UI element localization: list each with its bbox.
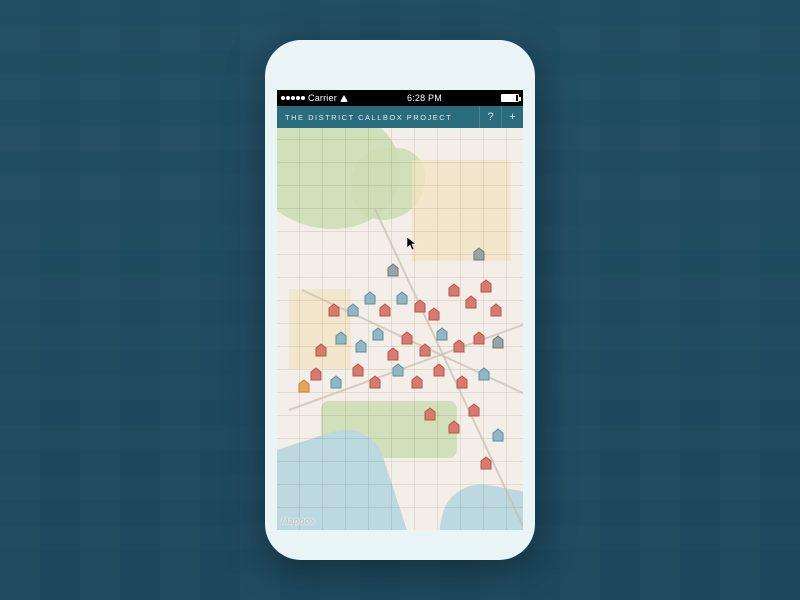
map-marker-orange[interactable] xyxy=(298,379,310,393)
map-marker-red[interactable] xyxy=(428,307,440,321)
clock: 6:28 PM xyxy=(407,93,442,103)
phone-device-frame: Carrier 6:28 PM THE DISTRICT CALLBOX PRO… xyxy=(265,40,535,560)
app-header: THE DISTRICT CALLBOX PROJECT ? + xyxy=(277,106,523,128)
map-marker-red[interactable] xyxy=(480,456,492,470)
map-marker-blue[interactable] xyxy=(436,327,448,341)
battery-icon xyxy=(501,94,519,102)
map-marker-red[interactable] xyxy=(352,363,364,377)
map-marker-blue[interactable] xyxy=(355,339,367,353)
help-button[interactable]: ? xyxy=(479,106,501,128)
map-marker-blue[interactable] xyxy=(330,375,342,389)
map-attribution: Mapbox xyxy=(281,516,315,526)
map-marker-red[interactable] xyxy=(433,363,445,377)
map-marker-red[interactable] xyxy=(387,347,399,361)
map-marker-blue[interactable] xyxy=(492,428,504,442)
map-marker-gray[interactable] xyxy=(387,263,399,277)
carrier-label: Carrier xyxy=(308,93,337,103)
map-marker-blue[interactable] xyxy=(335,331,347,345)
map-marker-red[interactable] xyxy=(480,279,492,293)
ios-status-bar: Carrier 6:28 PM xyxy=(277,90,523,106)
wifi-icon xyxy=(340,95,348,102)
map-marker-red[interactable] xyxy=(369,375,381,389)
map-marker-red[interactable] xyxy=(465,295,477,309)
map-marker-blue[interactable] xyxy=(478,367,490,381)
map-marker-blue[interactable] xyxy=(372,327,384,341)
map-street-grid xyxy=(277,128,523,530)
map-marker-red[interactable] xyxy=(424,407,436,421)
map-marker-red[interactable] xyxy=(310,367,322,381)
map-marker-red[interactable] xyxy=(448,283,460,297)
map-marker-blue[interactable] xyxy=(396,291,408,305)
map-marker-blue[interactable] xyxy=(364,291,376,305)
map-marker-red[interactable] xyxy=(456,375,468,389)
add-button[interactable]: + xyxy=(501,106,523,128)
map-marker-red[interactable] xyxy=(490,303,502,317)
app-title: THE DISTRICT CALLBOX PROJECT xyxy=(277,106,479,128)
map-marker-gray[interactable] xyxy=(473,247,485,261)
map-marker-red[interactable] xyxy=(453,339,465,353)
signal-strength-icon xyxy=(281,96,305,100)
map-marker-red[interactable] xyxy=(411,375,423,389)
map-marker-red[interactable] xyxy=(401,331,413,345)
map-marker-blue[interactable] xyxy=(347,303,359,317)
map-marker-red[interactable] xyxy=(315,343,327,357)
map-marker-blue[interactable] xyxy=(392,363,404,377)
map-marker-red[interactable] xyxy=(379,303,391,317)
map-view[interactable]: Mapbox xyxy=(277,128,523,530)
map-marker-red[interactable] xyxy=(448,420,460,434)
map-marker-gray[interactable] xyxy=(492,335,504,349)
map-marker-red[interactable] xyxy=(473,331,485,345)
map-marker-red[interactable] xyxy=(414,299,426,313)
phone-screen: Carrier 6:28 PM THE DISTRICT CALLBOX PRO… xyxy=(277,90,523,530)
map-marker-red[interactable] xyxy=(468,403,480,417)
map-marker-red[interactable] xyxy=(419,343,431,357)
map-marker-red[interactable] xyxy=(328,303,340,317)
